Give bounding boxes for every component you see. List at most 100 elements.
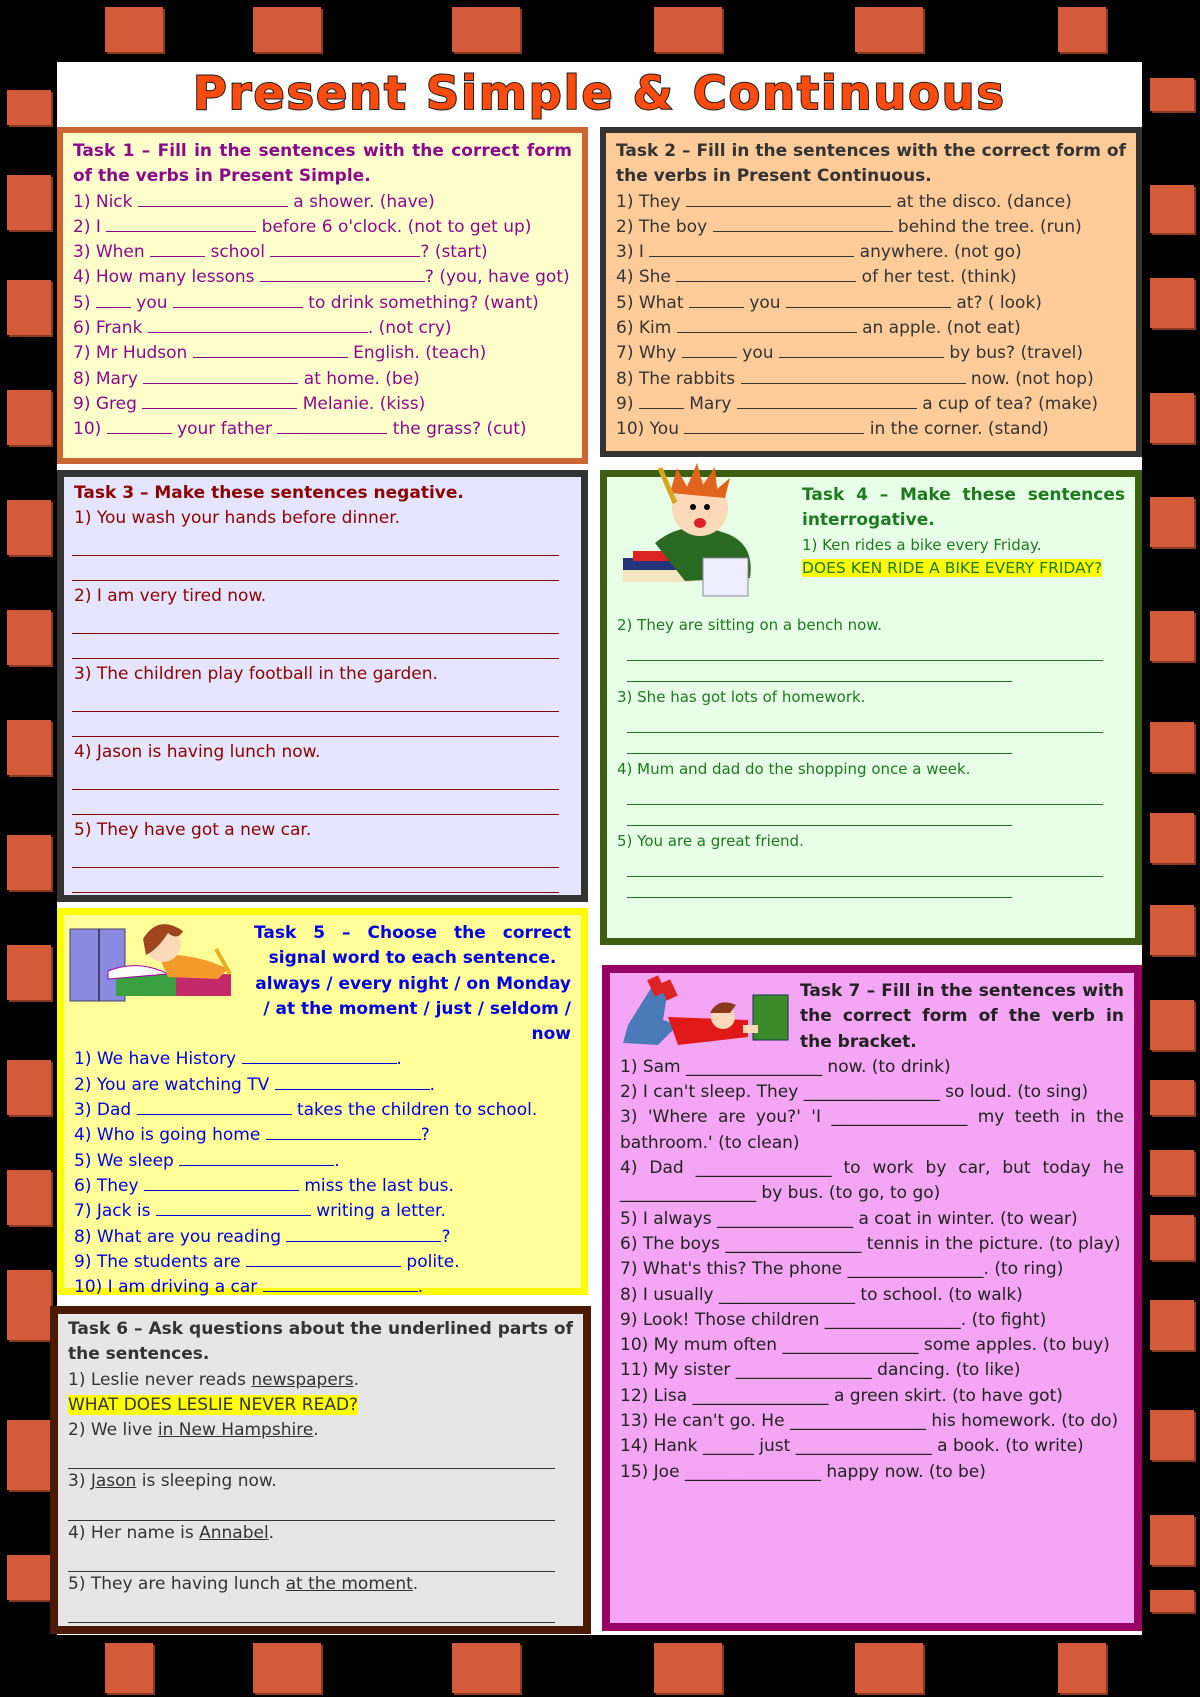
task-4-items: 2) They are sitting on a bench now. 3) Sh…	[617, 614, 1125, 902]
answer-blank[interactable]	[778, 341, 944, 359]
answer-blank[interactable]	[265, 1123, 421, 1141]
list-item: 5) We sleep .	[74, 1149, 340, 1171]
underlined-part: in New Hampshire	[157, 1420, 314, 1441]
answer-line[interactable]	[627, 852, 1103, 877]
answer-blank[interactable]	[137, 190, 288, 207]
task-1-heading: Task 1 – Fill in the sentences with the …	[73, 141, 572, 187]
answer-blank[interactable]	[143, 367, 299, 384]
answer-blank[interactable]	[740, 367, 966, 384]
answer-blank[interactable]	[736, 392, 917, 409]
answer-blank[interactable]	[136, 1098, 292, 1116]
answer-blank[interactable]	[179, 1149, 335, 1166]
answer-blank[interactable]	[681, 341, 737, 359]
answer-line[interactable]	[68, 1546, 555, 1573]
border-square	[1150, 1590, 1194, 1612]
girl-studying-icon	[69, 924, 232, 1002]
task-4-example: 1) Ken rides a bike every Friday.	[802, 535, 1042, 554]
task-4-box: Task 4 – Make these sentences interrogat…	[600, 463, 1142, 945]
answer-blank[interactable]	[270, 240, 421, 258]
answer-blank[interactable]	[638, 392, 684, 409]
border-square	[7, 1060, 51, 1115]
list-item: 11) My sister ________________ dancing. …	[620, 1360, 1021, 1381]
list-item: 8) Mary at home. (be)	[73, 367, 420, 389]
answer-line[interactable]	[72, 634, 559, 660]
answer-line[interactable]	[72, 712, 559, 738]
answer-blank[interactable]	[676, 265, 857, 283]
answer-line[interactable]	[72, 843, 559, 869]
list-item: 9) Mary a cup of tea? (make)	[616, 392, 1099, 414]
answer-blank[interactable]	[241, 1047, 397, 1065]
answer-line[interactable]	[72, 790, 559, 816]
answer-blank[interactable]	[286, 1225, 442, 1242]
answer-blank[interactable]	[277, 417, 388, 435]
answer-line[interactable]	[627, 708, 1103, 733]
sentence: 4) Mum and dad do the shopping once a we…	[617, 759, 971, 778]
list-item: 10) My mum often ________________ some a…	[620, 1335, 1110, 1356]
task-5-items: 1) We have History . 2) You are watching …	[74, 1047, 571, 1300]
underlined-part: at the moment	[285, 1574, 413, 1595]
list-item: 14) Hank ______ just ________________ a …	[620, 1436, 1084, 1457]
answer-blank[interactable]	[106, 417, 172, 435]
answer-blank[interactable]	[95, 291, 131, 308]
list-item: 2) You are watching TV .	[74, 1073, 436, 1095]
task-3-heading: Task 3 – Make these sentences negative.	[74, 483, 464, 503]
task-6-items: 2) We live in New Hampshire. 3) Jason is …	[68, 1418, 573, 1624]
list-item: 4) Dad ________________ to work by car, …	[620, 1158, 1124, 1204]
answer-blank[interactable]	[684, 417, 865, 435]
sentence: 3) The children play football in the gar…	[74, 664, 438, 685]
task-5-signal-words: always / every night / on Monday / at th…	[255, 973, 571, 1045]
answer-blank[interactable]	[155, 1199, 311, 1217]
answer-line[interactable]	[72, 765, 559, 791]
task-7-items: 1) Sam ________________ now. (to drink) 2…	[620, 1055, 1124, 1485]
border-square	[7, 835, 51, 890]
sentence: 2) They are sitting on a bench now.	[617, 615, 882, 634]
answer-blank[interactable]	[143, 1174, 299, 1191]
answer-line[interactable]	[627, 877, 1012, 898]
answer-line[interactable]	[627, 636, 1103, 661]
border-square	[7, 1420, 51, 1490]
answer-line[interactable]	[627, 780, 1103, 805]
list-item: 1) We have History .	[74, 1047, 402, 1070]
border-square	[1150, 722, 1194, 772]
list-item: 15) Joe ________________ happy now. (to …	[620, 1461, 986, 1482]
answer-line[interactable]	[627, 661, 1012, 682]
answer-blank[interactable]	[688, 291, 744, 308]
border-square	[7, 945, 51, 1000]
answer-blank[interactable]	[150, 240, 206, 258]
answer-blank[interactable]	[142, 392, 298, 409]
list-item: 2) I can't sleep. They ________________ …	[620, 1082, 1089, 1103]
answer-blank[interactable]	[246, 1250, 402, 1267]
answer-line[interactable]	[72, 531, 559, 557]
answer-line[interactable]	[72, 556, 559, 582]
border-square	[7, 175, 51, 230]
border-square	[105, 7, 163, 52]
answer-blank[interactable]	[106, 215, 257, 232]
answer-line[interactable]	[68, 1443, 555, 1470]
sentence: 5) You are a great friend.	[617, 831, 804, 850]
answer-line[interactable]	[68, 1597, 555, 1624]
list-item: 1) They at the disco. (dance)	[616, 190, 1072, 212]
answer-blank[interactable]	[685, 190, 891, 207]
answer-line[interactable]	[72, 687, 559, 713]
answer-blank[interactable]	[262, 1275, 418, 1293]
task-1-box: Task 1 – Fill in the sentences with the …	[57, 127, 588, 464]
answer-blank[interactable]	[712, 215, 893, 232]
answer-line[interactable]	[68, 1495, 555, 1521]
answer-blank[interactable]	[172, 291, 303, 308]
border-square	[253, 1643, 321, 1693]
answer-blank[interactable]	[649, 240, 855, 258]
underlined-part: newspapers	[251, 1369, 354, 1390]
answer-line[interactable]	[72, 609, 559, 635]
answer-blank[interactable]	[676, 316, 857, 334]
sentence: 4) Jason is having lunch now.	[74, 742, 321, 763]
answer-blank[interactable]	[147, 316, 368, 334]
answer-blank[interactable]	[259, 265, 425, 283]
answer-blank[interactable]	[192, 341, 348, 359]
answer-blank[interactable]	[274, 1073, 430, 1090]
answer-blank[interactable]	[785, 291, 951, 308]
answer-line[interactable]	[72, 868, 559, 894]
sentence: 2) I am very tired now.	[74, 586, 267, 607]
answer-line[interactable]	[627, 733, 1012, 754]
boy-reading-icon	[623, 975, 789, 1045]
answer-line[interactable]	[627, 805, 1012, 826]
